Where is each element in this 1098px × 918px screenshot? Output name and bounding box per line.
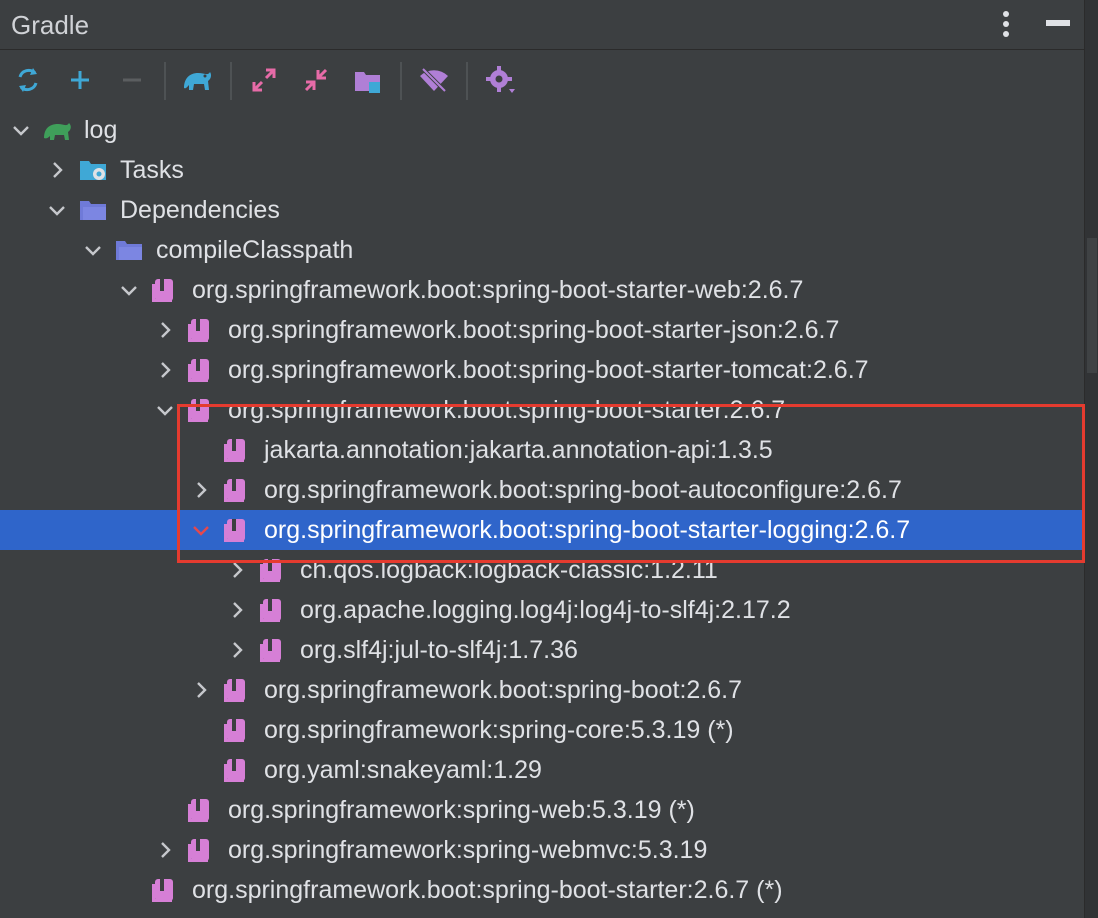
tree-row[interactable]: org.springframework.boot:spring-boot-sta… <box>0 350 1084 390</box>
toolbar <box>0 50 1084 110</box>
tree-row-label: org.springframework:spring-web:5.3.19 (*… <box>228 796 695 824</box>
tree-row[interactable]: jakarta.annotation:jakarta.annotation-ap… <box>0 430 1084 470</box>
tree-row-label: org.springframework.boot:spring-boot-sta… <box>228 396 786 424</box>
chevron-down-icon[interactable] <box>44 190 72 230</box>
tree-row[interactable]: org.slf4j:jul-to-slf4j:1.7.36 <box>0 630 1084 670</box>
tasks-folder-icon <box>78 156 106 184</box>
tree-row-label: org.springframework:spring-webmvc:5.3.19 <box>228 836 708 864</box>
library-icon <box>258 596 286 624</box>
library-icon <box>222 476 250 504</box>
reload-icon[interactable] <box>10 62 46 98</box>
tree-row[interactable]: org.springframework.boot:spring-boot-sta… <box>0 270 1084 310</box>
tree-row[interactable]: org.springframework:spring-core:5.3.19 (… <box>0 710 1084 750</box>
tree-row-label: org.springframework.boot:spring-boot-sta… <box>264 516 911 544</box>
tree-row-label: org.apache.logging.log4j:log4j-to-slf4j:… <box>300 596 791 624</box>
chevron-down-icon[interactable] <box>8 110 36 150</box>
tree-row[interactable]: org.springframework.boot:spring-boot:2.6… <box>0 670 1084 710</box>
toolbar-separator <box>230 62 232 100</box>
tree-row-label: log <box>84 116 118 144</box>
tree-row-label: org.springframework.boot:spring-boot-sta… <box>192 876 783 904</box>
library-icon <box>186 316 214 344</box>
library-icon <box>150 276 178 304</box>
scrollbar-thumb[interactable] <box>1087 238 1097 373</box>
add-icon[interactable] <box>62 62 98 98</box>
chevron-right-icon[interactable] <box>152 830 180 870</box>
library-icon <box>186 396 214 424</box>
tree-row-label: org.springframework.boot:spring-boot-sta… <box>228 356 869 384</box>
chevron-down-icon[interactable] <box>188 510 216 550</box>
library-icon <box>222 436 250 464</box>
chevron-right-icon[interactable] <box>44 150 72 190</box>
tree-row[interactable]: Dependencies <box>0 190 1084 230</box>
tree-row[interactable]: org.springframework.boot:spring-boot-aut… <box>0 470 1084 510</box>
library-icon <box>222 756 250 784</box>
chevron-right-icon[interactable] <box>152 350 180 390</box>
right-scroll-strip[interactable] <box>1084 0 1098 918</box>
library-icon <box>186 836 214 864</box>
tree-row[interactable]: org.yaml:snakeyaml:1.29 <box>0 750 1084 790</box>
library-icon <box>186 356 214 384</box>
library-icon <box>186 796 214 824</box>
tree-row-label: org.slf4j:jul-to-slf4j:1.7.36 <box>300 636 578 664</box>
library-icon <box>222 716 250 744</box>
library-icon <box>222 516 250 544</box>
chevron-right-icon[interactable] <box>152 310 180 350</box>
collapse-all-icon[interactable] <box>298 62 334 98</box>
tree-row[interactable]: log <box>0 110 1084 150</box>
minimize-icon[interactable] <box>1046 20 1070 26</box>
folder-icon <box>78 196 106 224</box>
toolbar-separator <box>400 62 402 100</box>
library-icon <box>258 556 286 584</box>
tree-row[interactable]: org.springframework:spring-webmvc:5.3.19 <box>0 830 1084 870</box>
toolbar-separator <box>466 62 468 100</box>
tree-row[interactable]: compileClasspath <box>0 230 1084 270</box>
chevron-down-icon[interactable] <box>116 270 144 310</box>
chevron-right-icon[interactable] <box>188 470 216 510</box>
tree-row-label: ch.qos.logback:logback-classic:1.2.11 <box>300 556 718 584</box>
tool-window-header: Gradle <box>0 0 1084 48</box>
tree-row[interactable]: ch.qos.logback:logback-classic:1.2.11 <box>0 550 1084 590</box>
tree-row-label: jakarta.annotation:jakarta.annotation-ap… <box>264 436 773 464</box>
tree-row-label: org.springframework:spring-core:5.3.19 (… <box>264 716 734 744</box>
tree-row-label: Dependencies <box>120 196 280 224</box>
chevron-down-icon[interactable] <box>80 230 108 270</box>
tree-row[interactable]: org.apache.logging.log4j:log4j-to-slf4j:… <box>0 590 1084 630</box>
tree-row[interactable]: org.springframework.boot:spring-boot-sta… <box>0 310 1084 350</box>
tree-row-label: org.yaml:snakeyaml:1.29 <box>264 756 542 784</box>
tree-row-label: org.springframework.boot:spring-boot-sta… <box>228 316 840 344</box>
more-options-icon[interactable] <box>996 8 1016 40</box>
tree-row-label: Tasks <box>120 156 184 184</box>
tree-row-label: org.springframework.boot:spring-boot:2.6… <box>264 676 743 704</box>
chevron-right-icon[interactable] <box>224 550 252 590</box>
library-icon <box>258 636 286 664</box>
panel-title: Gradle <box>11 10 90 40</box>
toolbar-separator <box>164 62 166 100</box>
library-icon <box>150 876 178 904</box>
chevron-right-icon[interactable] <box>188 670 216 710</box>
tree-row[interactable]: org.springframework.boot:spring-boot-sta… <box>0 510 1084 550</box>
tree-row[interactable]: org.springframework.boot:spring-boot-sta… <box>0 870 1084 910</box>
gradle-tree: log Tasks Dependencies compileClasspath org.… <box>0 110 1084 918</box>
chevron-down-icon[interactable] <box>152 390 180 430</box>
tree-row-label: org.springframework.boot:spring-boot-sta… <box>192 276 804 304</box>
folder-icon <box>114 236 142 264</box>
chevron-right-icon[interactable] <box>224 590 252 630</box>
offline-mode-icon[interactable] <box>416 62 452 98</box>
tree-row[interactable]: org.springframework.boot:spring-boot-sta… <box>0 390 1084 430</box>
elephant-icon[interactable] <box>180 62 216 98</box>
settings-icon[interactable] <box>482 62 518 98</box>
expand-all-icon[interactable] <box>246 62 282 98</box>
tree-row-label: org.springframework.boot:spring-boot-aut… <box>264 476 902 504</box>
tree-row[interactable]: Tasks <box>0 150 1084 190</box>
tree-row[interactable]: org.springframework:spring-web:5.3.19 (*… <box>0 790 1084 830</box>
library-icon <box>222 676 250 704</box>
elephant-icon <box>42 116 71 144</box>
dependencies-icon[interactable] <box>350 62 386 98</box>
tree-row-label: compileClasspath <box>156 236 354 264</box>
chevron-right-icon[interactable] <box>224 630 252 670</box>
remove-icon[interactable] <box>114 62 150 98</box>
